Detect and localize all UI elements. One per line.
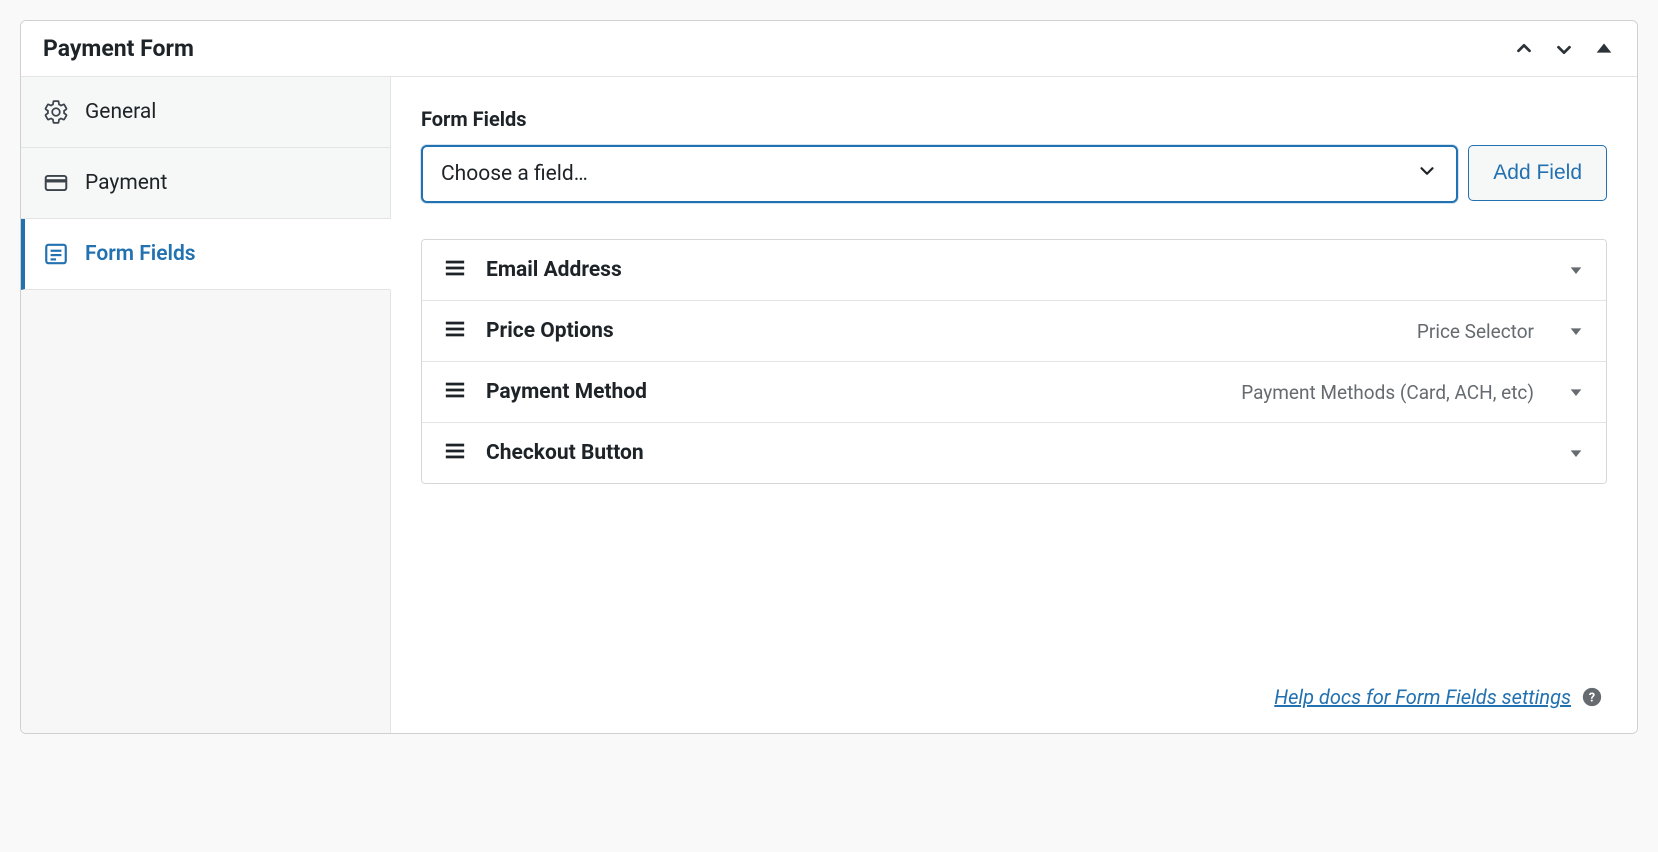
main-fill [421,484,1607,665]
drag-handle-icon[interactable] [444,381,466,403]
drag-handle-icon[interactable] [444,259,466,281]
field-row-email[interactable]: Email Address [422,240,1606,301]
field-title: Checkout Button [486,441,1548,465]
panel-title: Payment Form [43,35,194,62]
panel-body: General Payment Form Fields Form Fields [21,77,1637,733]
expand-icon[interactable] [1568,445,1584,461]
collapse-icon[interactable] [1593,38,1615,60]
expand-icon[interactable] [1568,262,1584,278]
panel-header: Payment Form [21,21,1637,77]
payment-form-panel: Payment Form General [20,20,1638,734]
expand-icon[interactable] [1568,384,1584,400]
field-title: Price Options [486,319,1397,343]
field-row-checkout[interactable]: Checkout Button [422,423,1606,483]
field-row-price[interactable]: Price Options Price Selector [422,301,1606,362]
header-controls [1513,38,1615,60]
field-title: Payment Method [486,380,1221,404]
help-docs-link[interactable]: Help docs for Form Fields settings [1274,685,1571,709]
add-field-label: Add Field [1493,161,1582,185]
sidebar-item-label: Form Fields [85,242,196,266]
field-list: Email Address Price Options Price Select… [421,239,1607,484]
sidebar-item-payment[interactable]: Payment [21,148,391,219]
sidebar-fill [21,290,391,733]
gear-icon [43,99,69,125]
sidebar-item-form-fields[interactable]: Form Fields [21,219,391,290]
field-select-row: Choose a field… Add Field [421,145,1607,203]
field-type-select[interactable]: Choose a field… [421,145,1458,203]
sidebar: General Payment Form Fields [21,77,391,733]
footer: Help docs for Form Fields settings ? [421,665,1607,713]
move-down-icon[interactable] [1553,38,1575,60]
expand-icon[interactable] [1568,323,1584,339]
move-up-icon[interactable] [1513,38,1535,60]
field-row-payment-method[interactable]: Payment Method Payment Methods (Card, AC… [422,362,1606,423]
sidebar-item-label: General [85,100,156,124]
add-field-button[interactable]: Add Field [1468,145,1607,201]
sidebar-item-label: Payment [85,171,167,195]
help-info-icon[interactable]: ? [1581,686,1603,708]
select-placeholder: Choose a field… [441,162,588,186]
field-title: Email Address [486,258,1548,282]
main-content: Form Fields Choose a field… Add Field [391,77,1637,733]
section-label: Form Fields [421,107,1607,131]
field-subtitle: Price Selector [1417,320,1534,343]
svg-text:?: ? [1589,691,1595,706]
chevron-down-icon [1416,160,1438,188]
form-icon [43,241,69,267]
field-subtitle: Payment Methods (Card, ACH, etc) [1241,381,1534,404]
card-icon [43,170,69,196]
sidebar-item-general[interactable]: General [21,77,391,148]
drag-handle-icon[interactable] [444,442,466,464]
drag-handle-icon[interactable] [444,320,466,342]
field-select-wrap: Choose a field… [421,145,1458,203]
